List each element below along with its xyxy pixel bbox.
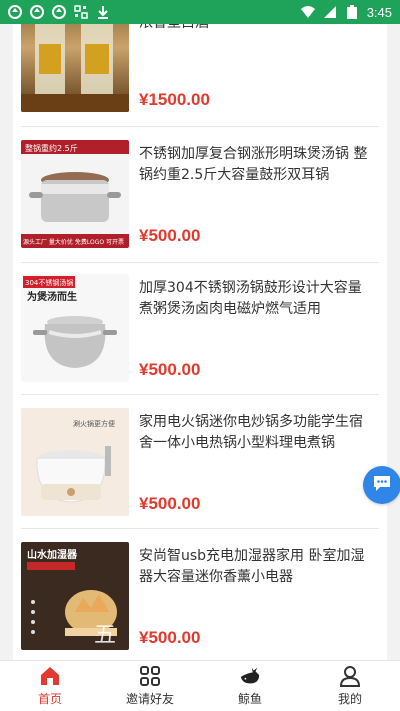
- product-list[interactable]: … 浓香型白酒 ¥1500.00 整锅重约2.5斤 源头工厂 量大价优 免费LO…: [13, 0, 387, 660]
- download-icon: [96, 5, 110, 19]
- tab-home[interactable]: 首页: [0, 661, 100, 711]
- product-price: ¥500.00: [139, 226, 201, 245]
- sync-icon: [52, 5, 66, 19]
- svg-text:涮火锅更方便: 涮火锅更方便: [73, 419, 115, 428]
- divider: [21, 262, 379, 263]
- home-icon: [39, 665, 61, 687]
- chat-button[interactable]: [363, 466, 400, 504]
- product-title: 家用电火锅迷你电炒锅多功能学生宿 舍一体小电热锅小型料理电煮锅: [139, 414, 363, 451]
- tab-label: 邀请好友: [125, 692, 174, 706]
- product-item[interactable]: 山水加湿器 安尚智usb充电加湿器家用 卧室加湿 器大容量迷你香薰小电器 ¥50…: [21, 542, 379, 654]
- svg-text:山水加湿器: 山水加湿器: [27, 548, 78, 561]
- svg-text:为煲汤而生: 为煲汤而生: [27, 290, 77, 303]
- tab-mine[interactable]: 我的: [300, 661, 400, 711]
- person-icon: [339, 665, 361, 687]
- stainless-pot-image: 整锅重约2.5斤 源头工厂 量大价优 免费LOGO 可开票: [21, 140, 129, 248]
- product-title: 加厚304不锈钢汤锅鼓形设计大容量 煮粥煲汤卤肉电磁炉燃气适用: [139, 280, 362, 317]
- qr-icon: [74, 5, 88, 19]
- svg-text:304不锈钢汤锅: 304不锈钢汤锅: [25, 278, 73, 287]
- divider: [21, 394, 379, 395]
- chat-bubble-icon: [371, 472, 393, 498]
- whale-icon: [239, 665, 261, 687]
- product-price: ¥1500.00: [139, 90, 210, 109]
- svg-text:源头工厂 量大价优 免费LOGO 可开票: 源头工厂 量大价优 免费LOGO 可开票: [23, 238, 124, 246]
- product-price: ¥500.00: [139, 494, 201, 513]
- product-title: 不锈钢加厚复合钢涨形明珠煲汤锅 整锅约重2.5斤大容量鼓形双耳锅: [139, 146, 368, 183]
- soup-pot-image: 304不锈钢汤锅 为煲汤而生: [21, 274, 129, 382]
- product-item[interactable]: 整锅重约2.5斤 源头工厂 量大价优 免费LOGO 可开票 不锈钢加厚复合钢涨形…: [21, 140, 379, 252]
- divider: [21, 528, 379, 529]
- sync-icon: [30, 5, 44, 19]
- grid-icon: [139, 665, 161, 687]
- tab-label: 鲸鱼: [237, 692, 262, 706]
- bottom-tab-bar: 首页 邀请好友 鲸鱼 我的: [0, 660, 400, 711]
- sync-icon: [8, 5, 22, 19]
- tab-label: 我的: [337, 692, 362, 706]
- product-price: ¥500.00: [139, 360, 201, 379]
- status-bar: 3:45: [0, 0, 400, 24]
- product-price: ¥500.00: [139, 628, 201, 647]
- status-time: 3:45: [366, 4, 392, 20]
- battery-icon: [345, 5, 359, 19]
- product-title: 安尚智usb充电加湿器家用 卧室加湿 器大容量迷你香薰小电器: [139, 548, 365, 585]
- product-item[interactable]: 涮火锅更方便 家用电火锅迷你电炒锅多功能学生宿 舍一体小电热锅小型料理电煮锅 ¥…: [21, 408, 379, 520]
- tab-whale[interactable]: 鲸鱼: [200, 661, 300, 711]
- watermark-text: 五: [94, 623, 117, 648]
- tab-invite-friends[interactable]: 邀请好友: [100, 661, 200, 711]
- tab-label: 首页: [37, 692, 62, 706]
- signal-icon: [323, 5, 337, 19]
- wifi-icon: [300, 5, 315, 19]
- svg-text:整锅重约2.5斤: 整锅重约2.5斤: [25, 143, 78, 153]
- electric-pot-image: 涮火锅更方便: [21, 408, 129, 516]
- divider: [21, 126, 379, 127]
- product-item[interactable]: 304不锈钢汤锅 为煲汤而生 加厚304不锈钢汤锅鼓形设计大容量 煮粥煲汤卤肉电…: [21, 274, 379, 386]
